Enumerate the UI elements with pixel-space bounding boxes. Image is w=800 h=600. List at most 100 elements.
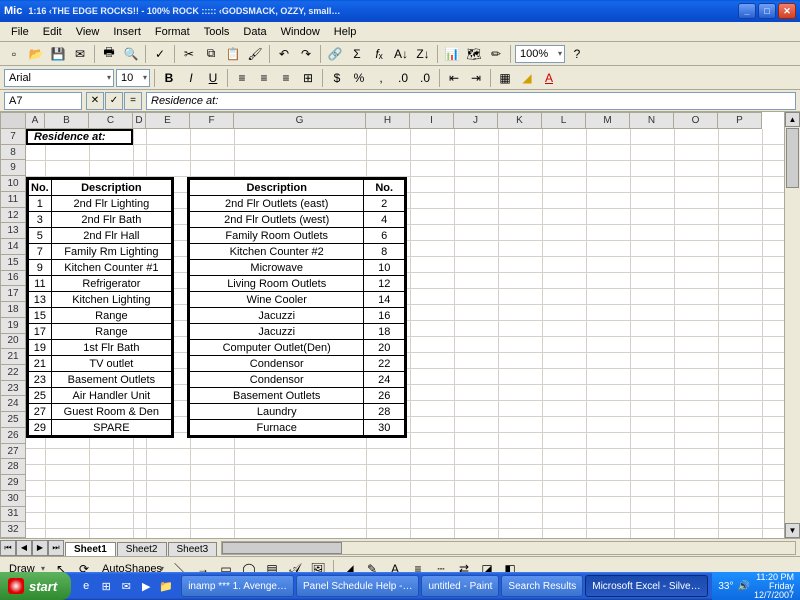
row-header-20[interactable]: 20 (0, 334, 26, 350)
menu-data[interactable]: Data (236, 24, 273, 40)
col-header-D[interactable]: D (133, 112, 146, 129)
row-header-8[interactable]: 8 (0, 145, 26, 161)
decrease-indent-icon[interactable]: ⇤ (444, 68, 464, 88)
formula-bar[interactable]: Residence at: (146, 92, 796, 110)
table-cell[interactable]: 2 (364, 196, 405, 212)
taskbar-task[interactable]: untitled - Paint (421, 575, 499, 597)
table-row[interactable]: Jacuzzi16 (190, 308, 405, 324)
font-size-combo[interactable]: 10 (116, 69, 150, 87)
table-cell[interactable]: 7 (29, 244, 52, 260)
table-cell[interactable]: 16 (364, 308, 405, 324)
print-icon[interactable]: 🖶 (99, 44, 119, 64)
quicklaunch-folder-icon[interactable]: 📁 (157, 576, 175, 596)
hyperlink-icon[interactable]: 🔗 (325, 44, 345, 64)
sheet-tab-sheet2[interactable]: Sheet2 (117, 542, 167, 556)
table-cell[interactable]: 2nd Flr Bath (51, 212, 171, 228)
mail-icon[interactable]: ✉ (70, 44, 90, 64)
spellcheck-icon[interactable]: ✓ (150, 44, 170, 64)
open-icon[interactable]: 📂 (26, 44, 46, 64)
row-header-26[interactable]: 26 (0, 428, 26, 444)
row-header-32[interactable]: 32 (0, 522, 26, 538)
table-row[interactable]: 52nd Flr Hall (29, 228, 172, 244)
copy-icon[interactable]: ⧉ (201, 44, 221, 64)
quicklaunch-media-icon[interactable]: ▶ (137, 576, 155, 596)
row-header-28[interactable]: 28 (0, 459, 26, 475)
table-row[interactable]: 7Family Rm Lighting (29, 244, 172, 260)
menu-window[interactable]: Window (274, 24, 327, 40)
table-cell[interactable]: 11 (29, 276, 52, 292)
scroll-down-icon[interactable]: ▼ (785, 523, 800, 538)
sheet-tab-sheet3[interactable]: Sheet3 (168, 542, 218, 556)
font-combo[interactable]: Arial (4, 69, 114, 87)
menu-tools[interactable]: Tools (197, 24, 237, 40)
table-cell[interactable]: TV outlet (51, 356, 171, 372)
row-header-7[interactable]: 7 (0, 129, 26, 145)
bold-icon[interactable]: B (159, 68, 179, 88)
table-cell[interactable]: 6 (364, 228, 405, 244)
table-row[interactable]: Condensor22 (190, 356, 405, 372)
align-right-icon[interactable]: ≡ (276, 68, 296, 88)
row-header-9[interactable]: 9 (0, 160, 26, 176)
table-row[interactable]: 12nd Flr Lighting (29, 196, 172, 212)
redo-icon[interactable]: ↷ (296, 44, 316, 64)
map-icon[interactable]: 🗺 (464, 44, 484, 64)
table-cell[interactable]: 30 (364, 420, 405, 436)
table-row[interactable]: Wine Cooler14 (190, 292, 405, 308)
menu-insert[interactable]: Insert (106, 24, 148, 40)
table-row[interactable]: Family Room Outlets6 (190, 228, 405, 244)
table-cell[interactable]: 12 (364, 276, 405, 292)
table-row[interactable]: Jacuzzi18 (190, 324, 405, 340)
sheet-nav-prev-icon[interactable]: ◀ (16, 540, 32, 556)
horizontal-scrollbar[interactable] (221, 541, 796, 555)
taskbar-task[interactable]: Panel Schedule Help -… (296, 575, 420, 597)
table-cell[interactable]: SPARE (51, 420, 171, 436)
table-cell[interactable]: Kitchen Lighting (51, 292, 171, 308)
table-row[interactable]: 2nd Flr Outlets (west)4 (190, 212, 405, 228)
col-header-G[interactable]: G (234, 112, 366, 129)
cancel-formula-icon[interactable]: ✕ (86, 92, 104, 110)
row-header-31[interactable]: 31 (0, 507, 26, 523)
sort-desc-icon[interactable]: Z↓ (413, 44, 433, 64)
quicklaunch-desktop-icon[interactable]: ⊞ (97, 576, 115, 596)
quicklaunch-ie-icon[interactable]: e (77, 576, 95, 596)
table-cell[interactable]: 2nd Flr Outlets (east) (190, 196, 364, 212)
table-cell[interactable]: 13 (29, 292, 52, 308)
table-row[interactable]: 191st Flr Bath (29, 340, 172, 356)
table-cell[interactable]: 2nd Flr Outlets (west) (190, 212, 364, 228)
table-cell[interactable]: Laundry (190, 404, 364, 420)
table-cell[interactable]: Guest Room & Den (51, 404, 171, 420)
col-header-F[interactable]: F (190, 112, 234, 129)
tray-icon[interactable]: 🔊 (738, 581, 750, 592)
paste-icon[interactable]: 📋 (223, 44, 243, 64)
table-cell[interactable]: 20 (364, 340, 405, 356)
table-row[interactable]: 2nd Flr Outlets (east)2 (190, 196, 405, 212)
italic-icon[interactable]: I (181, 68, 201, 88)
row-header-23[interactable]: 23 (0, 381, 26, 397)
table-row[interactable]: 13Kitchen Lighting (29, 292, 172, 308)
table-row[interactable]: Condensor24 (190, 372, 405, 388)
col-header-H[interactable]: H (366, 112, 410, 129)
sort-asc-icon[interactable]: A↓ (391, 44, 411, 64)
increase-indent-icon[interactable]: ⇥ (466, 68, 486, 88)
new-icon[interactable]: ▫ (4, 44, 24, 64)
table-row[interactable]: 9Kitchen Counter #1 (29, 260, 172, 276)
table-cell[interactable]: Family Rm Lighting (51, 244, 171, 260)
spreadsheet-grid[interactable]: ABCDEFGHIJKLMNOP 78910111213141516171819… (0, 112, 800, 538)
table-row[interactable]: Living Room Outlets12 (190, 276, 405, 292)
menu-file[interactable]: File (4, 24, 36, 40)
close-button[interactable]: ✕ (778, 3, 796, 19)
table-cell[interactable]: 26 (364, 388, 405, 404)
minimize-button[interactable]: _ (738, 3, 756, 19)
table-cell[interactable]: 22 (364, 356, 405, 372)
table-cell[interactable]: Jacuzzi (190, 308, 364, 324)
col-header-C[interactable]: C (89, 112, 133, 129)
table-cell[interactable]: 2nd Flr Lighting (51, 196, 171, 212)
row-header-22[interactable]: 22 (0, 365, 26, 381)
table-cell[interactable]: 5 (29, 228, 52, 244)
table-row[interactable]: 29SPARE (29, 420, 172, 436)
table-row[interactable]: 17Range (29, 324, 172, 340)
borders-icon[interactable]: ▦ (495, 68, 515, 88)
table-cell[interactable]: Condensor (190, 372, 364, 388)
row-header-12[interactable]: 12 (0, 208, 26, 224)
table-cell[interactable]: 17 (29, 324, 52, 340)
